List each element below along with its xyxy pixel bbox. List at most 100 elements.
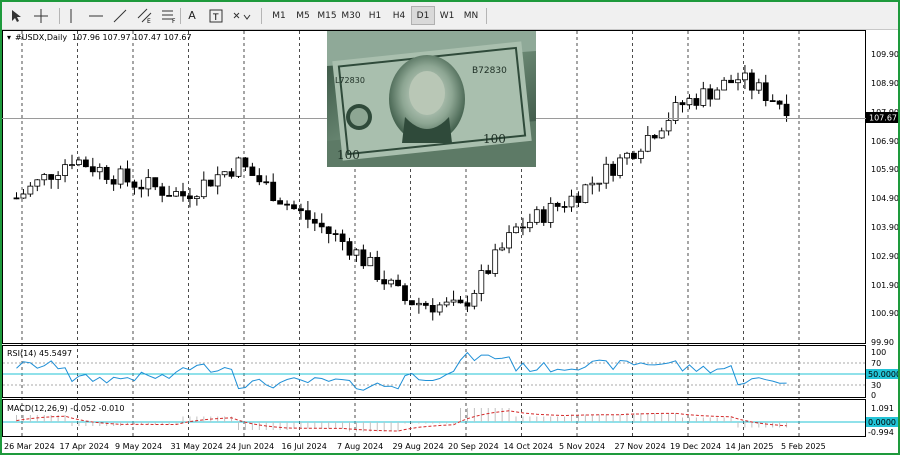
date-tick: 14 Jan 2025	[726, 442, 774, 451]
candle-body	[457, 299, 464, 304]
crosshair-tool-icon[interactable]	[32, 6, 50, 25]
macd-level-label: -0.994	[868, 428, 894, 437]
date-tick: 7 Aug 2024	[337, 442, 383, 451]
timeframe-w1[interactable]: W1	[435, 6, 459, 25]
candle-body	[284, 203, 290, 206]
candle-body	[589, 182, 596, 186]
date-tick: 5 Nov 2024	[559, 442, 605, 451]
date-tick: 24 Jun 2024	[226, 442, 274, 451]
candle-body	[249, 166, 256, 176]
candle-body	[693, 98, 700, 106]
candle-body	[631, 152, 637, 159]
vertical-line-tool-icon[interactable]	[65, 6, 77, 25]
date-tick: 19 Dec 2024	[670, 442, 721, 451]
text-tool-icon[interactable]: A	[185, 6, 199, 25]
svg-text:F: F	[172, 18, 176, 24]
candle-body	[173, 191, 179, 197]
cursor-tool-icon[interactable]	[8, 6, 24, 25]
date-tick: 9 May 2024	[115, 442, 162, 451]
candle-body	[409, 300, 415, 306]
price-tick: 100.90	[871, 309, 898, 318]
toolbar: E F A T M1 M5 M15 M30 H1 H4 D1 W1 MN	[2, 2, 898, 30]
candle-body	[145, 177, 152, 190]
candle-body	[291, 204, 297, 210]
timeframe-mn[interactable]: MN	[459, 6, 483, 25]
equidistant-channel-tool-icon[interactable]: E	[136, 6, 154, 25]
terminal-window: E F A T M1 M5 M15 M30 H1 H4 D1 W1 MN ▾ #…	[0, 0, 900, 455]
candle-body	[499, 247, 506, 251]
candle-body	[471, 292, 478, 307]
horizontal-line-tool-icon[interactable]	[88, 6, 104, 25]
candle-body	[159, 186, 166, 196]
svg-text:L72830: L72830	[335, 76, 365, 85]
candle-body	[62, 164, 68, 176]
candle-body	[450, 299, 457, 303]
candle-body	[256, 175, 263, 183]
candle-body	[672, 102, 679, 121]
candle-body	[388, 279, 395, 285]
candle-body	[76, 159, 82, 166]
rsi-label: RSI(14) 45.5497	[7, 349, 72, 358]
candle-body	[41, 174, 48, 181]
timeframe-m15[interactable]: M15	[315, 6, 339, 25]
candle-body	[110, 179, 117, 185]
svg-text:100: 100	[337, 148, 360, 162]
candle-body	[367, 256, 374, 267]
trendline-tool-icon[interactable]	[112, 6, 128, 25]
timeframe-m1[interactable]: M1	[267, 6, 291, 25]
candle-body	[395, 279, 401, 287]
macd-signal-line	[16, 410, 787, 432]
candle-body	[596, 182, 603, 185]
timeframe-h1[interactable]: H1	[363, 6, 387, 25]
current-price-label: 107.67	[869, 114, 897, 123]
candle-body	[103, 166, 110, 180]
fibonacci-tool-icon[interactable]: F	[160, 6, 178, 25]
candle-body	[96, 166, 103, 173]
timeframe-m5[interactable]: M5	[291, 6, 315, 25]
timeframe-d1[interactable]: D1	[411, 6, 435, 25]
candle-body	[193, 196, 200, 199]
candle-body	[138, 186, 145, 190]
date-tick: 26 Mar 2024	[4, 442, 55, 451]
candle-body	[735, 79, 741, 84]
price-tick: 103.90	[871, 223, 898, 232]
text-label-tool-icon[interactable]: T	[208, 6, 224, 25]
macd-histogram	[16, 408, 788, 432]
candle-body	[603, 163, 610, 184]
candle-body	[658, 130, 665, 139]
macd-level-label: 0.0000	[868, 418, 896, 427]
dollar-banknotes-image: B72830 L72830 100 100	[327, 31, 536, 167]
candle-body	[381, 279, 388, 285]
candle-body	[429, 305, 436, 313]
svg-text:E: E	[147, 18, 151, 24]
candle-body	[540, 209, 547, 223]
candle-body	[651, 135, 658, 139]
candle-body	[547, 202, 554, 223]
candle-body	[707, 88, 714, 100]
candle-body	[117, 168, 124, 185]
ohlc-values: 107.96 107.97 107.47 107.67	[72, 33, 192, 42]
candle-body	[304, 210, 311, 220]
date-tick: 20 Sep 2024	[448, 442, 499, 451]
candle-body	[714, 89, 721, 100]
candle-body	[415, 302, 422, 306]
candle-body	[679, 102, 686, 106]
date-tick: 31 May 2024	[171, 442, 223, 451]
symbol-dropdown-icon[interactable]: ▾	[7, 33, 11, 42]
timeframe-m30[interactable]: M30	[339, 6, 363, 25]
candle-body	[742, 72, 748, 81]
candle-body	[270, 181, 277, 202]
candle-body	[13, 197, 20, 200]
price-tick: 106.90	[871, 137, 898, 146]
candle-body	[69, 164, 75, 167]
arrows-tool-icon[interactable]	[231, 6, 253, 25]
candle-body	[506, 232, 512, 249]
candle-body	[520, 226, 526, 229]
candle-body	[422, 302, 429, 306]
date-tick: 17 Apr 2024	[60, 442, 109, 451]
candle-body	[492, 249, 499, 274]
candle-body	[568, 195, 575, 208]
candle-body	[346, 241, 353, 256]
timeframe-h4[interactable]: H4	[387, 6, 411, 25]
candle-body	[228, 171, 235, 177]
